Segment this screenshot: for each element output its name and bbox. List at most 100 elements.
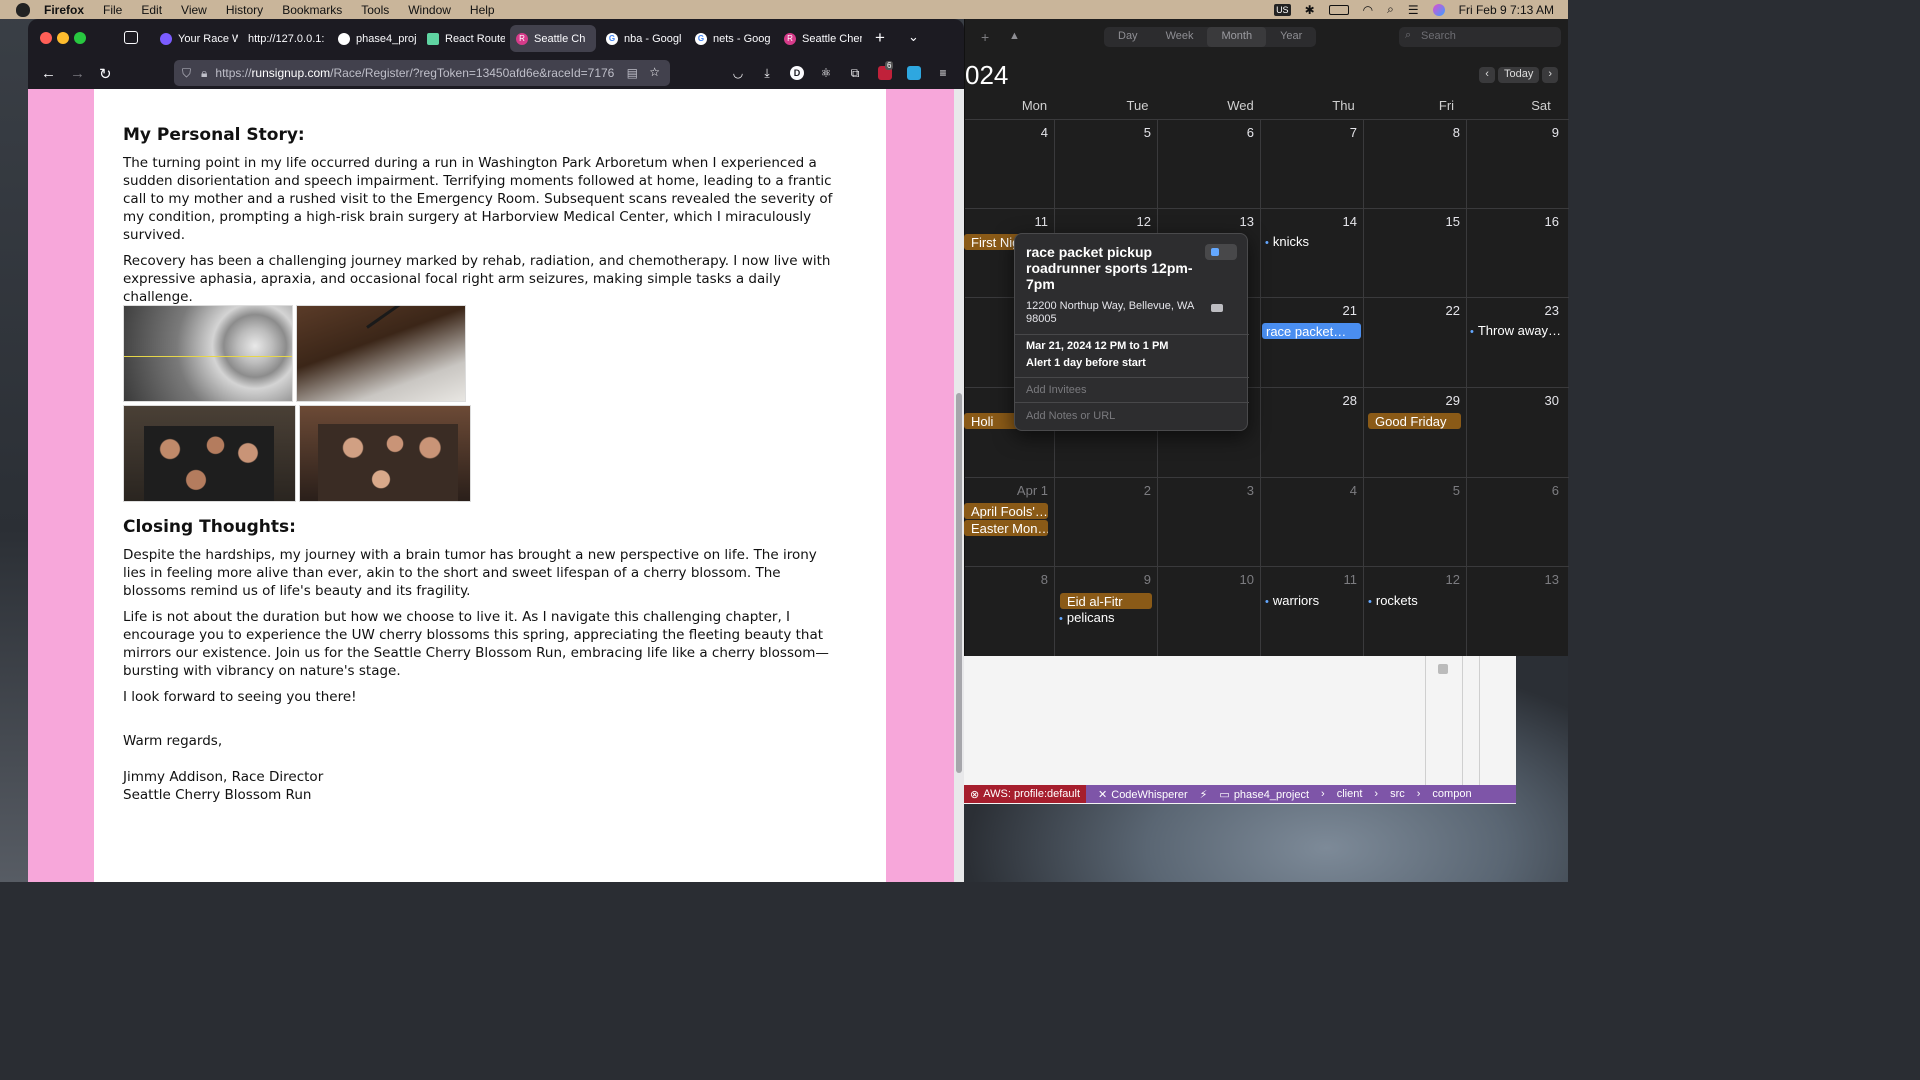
calendar-search-input[interactable]: Search [1399,27,1561,47]
event-pelicans[interactable]: pelicans [1059,610,1115,625]
tab-seattle-cherry-active[interactable]: R Seattle Ch ✕ [510,25,596,52]
new-tab-button[interactable]: + [875,28,885,48]
battery-icon[interactable] [1328,4,1349,15]
menu-help[interactable]: Help [470,3,495,17]
firefox-view-icon[interactable] [124,31,138,44]
view-year[interactable]: Year [1266,27,1316,47]
menu-view[interactable]: View [181,3,207,17]
tab-react-router[interactable]: React Route [421,25,505,52]
day-number[interactable]: 22 [1370,303,1460,318]
day-number[interactable]: 4 [1267,483,1357,498]
today-button[interactable]: Today [1497,67,1540,83]
profile-avatar[interactable]: D [790,66,804,80]
day-number[interactable]: 14 [1267,214,1357,229]
view-week[interactable]: Week [1152,27,1208,47]
pocket-icon[interactable]: ◡ [731,66,745,80]
day-number[interactable]: 5 [1061,125,1151,140]
event-title-field[interactable]: race packet pickup roadrunner sports 12p… [1026,244,1206,292]
project-breadcrumb[interactable]: ▭ phase4_project [1219,788,1309,801]
view-month[interactable]: Month [1207,27,1267,47]
next-month-button[interactable]: › [1542,67,1558,83]
day-number[interactable]: 13 [1164,214,1254,229]
day-number[interactable]: 11 [1267,572,1358,587]
event-knicks[interactable]: knicks [1265,234,1309,249]
apple-icon[interactable] [16,2,30,17]
day-number[interactable]: 3 [1164,483,1254,498]
day-number[interactable]: 13 [1469,572,1559,587]
event-race-packet-selected[interactable]: race packet… [1262,323,1361,339]
siri-icon[interactable] [1432,3,1445,16]
forward-button[interactable]: → [70,65,85,82]
list-all-tabs-icon[interactable]: ⌄ [908,29,919,45]
wifi-icon[interactable]: ◠ [1363,3,1373,17]
url-bar[interactable]: ⛉ 🔒︎ https://runsignup.com/Race/Register… [174,60,670,86]
codewhisperer-status[interactable]: ✕ CodeWhisperer [1098,788,1188,801]
event-rockets[interactable]: rockets [1368,593,1418,608]
bitwarden-icon[interactable] [907,66,921,80]
event-location-field[interactable]: 12200 Northup Way, Bellevue, WA 98005 [1026,300,1216,326]
downloads-icon[interactable]: ⤓ [760,66,774,80]
input-source-icon[interactable]: US [1274,3,1291,16]
reload-button[interactable]: ↻ [99,65,112,83]
day-number[interactable]: Apr 1 [958,483,1048,498]
day-number[interactable]: 30 [1469,393,1559,408]
alert-icon[interactable]: ▲ [1009,30,1020,42]
day-number[interactable]: 23 [1469,303,1559,318]
control-center-icon[interactable]: ☰ [1408,3,1419,17]
event-warriors[interactable]: warriors [1265,593,1319,608]
event-date-field[interactable]: Mar 21, 2024 12 PM to 1 PM [1026,340,1168,352]
add-event-icon[interactable]: + [981,29,989,45]
tab-nets-google[interactable]: G nets - Goog [689,25,773,52]
breadcrumb-components[interactable]: compon [1432,788,1471,800]
bluetooth-icon[interactable]: ✱ [1305,3,1315,17]
day-number[interactable]: 4 [958,125,1048,140]
event-good-friday[interactable]: Good Friday [1368,413,1461,429]
lock-icon[interactable]: 🔒︎ [201,66,207,81]
aws-profile-status[interactable]: ⊗ AWS: profile:default [964,785,1087,803]
day-number[interactable]: 8 [1370,125,1460,140]
close-tab-icon[interactable]: ✕ [595,32,596,45]
day-number[interactable]: 7 [1267,125,1357,140]
menu-file[interactable]: File [103,3,122,17]
tab-seattle-cherry[interactable]: R Seattle Cher [778,25,862,52]
back-button[interactable]: ← [41,65,56,82]
day-number[interactable]: 16 [1469,214,1559,229]
url-text[interactable]: https://runsignup.com/Race/Register/?reg… [215,66,615,80]
tracking-protection-shield-icon[interactable]: ⛉ [182,66,191,81]
menu-window[interactable]: Window [408,3,451,17]
react-devtools-icon[interactable]: ⚛ [819,66,833,80]
reader-view-icon[interactable]: ▤ [627,66,638,80]
extensions-icon[interactable]: ⧉ [848,66,862,80]
day-number[interactable]: 15 [1370,214,1460,229]
event-april-fools[interactable]: April Fools'… [964,503,1048,519]
tab-localhost[interactable]: http://127.0.0.1:5 [242,25,324,52]
breadcrumb-src[interactable]: src [1390,788,1405,800]
minimize-window-button[interactable] [57,32,69,44]
day-number[interactable]: 21 [1267,303,1357,318]
breadcrumb-client[interactable]: client [1337,788,1363,800]
day-number[interactable]: 11 [958,214,1049,229]
day-number[interactable]: 2 [1061,483,1151,498]
menu-app-name[interactable]: Firefox [44,3,84,17]
tab-phase4-project[interactable]: phase4_proj [332,25,416,52]
day-number[interactable]: 29 [1370,393,1460,408]
menu-history[interactable]: History [226,3,263,17]
day-number[interactable]: 6 [1164,125,1254,140]
day-number[interactable]: 12 [1061,214,1151,229]
event-throw-away[interactable]: Throw away… [1470,323,1566,338]
view-day[interactable]: Day [1104,27,1152,47]
close-window-button[interactable] [40,32,52,44]
plug-icon[interactable]: ⚡︎ [1200,788,1208,801]
day-number[interactable]: 5 [1370,483,1460,498]
event-easter-monday[interactable]: Easter Mon… [964,520,1048,536]
menu-bookmarks[interactable]: Bookmarks [282,3,342,17]
menu-tools[interactable]: Tools [361,3,389,17]
bookmark-star-icon[interactable]: ☆ [649,65,660,79]
day-number[interactable]: 6 [1469,483,1559,498]
tab-your-race[interactable]: Your Race W [154,25,238,52]
add-invitees-field[interactable]: Add Invitees [1026,384,1087,396]
previous-month-button[interactable]: ‹ [1479,67,1495,83]
video-call-icon[interactable] [1211,304,1223,312]
day-number[interactable]: 9 [1469,125,1559,140]
day-number[interactable]: 12 [1370,572,1460,587]
